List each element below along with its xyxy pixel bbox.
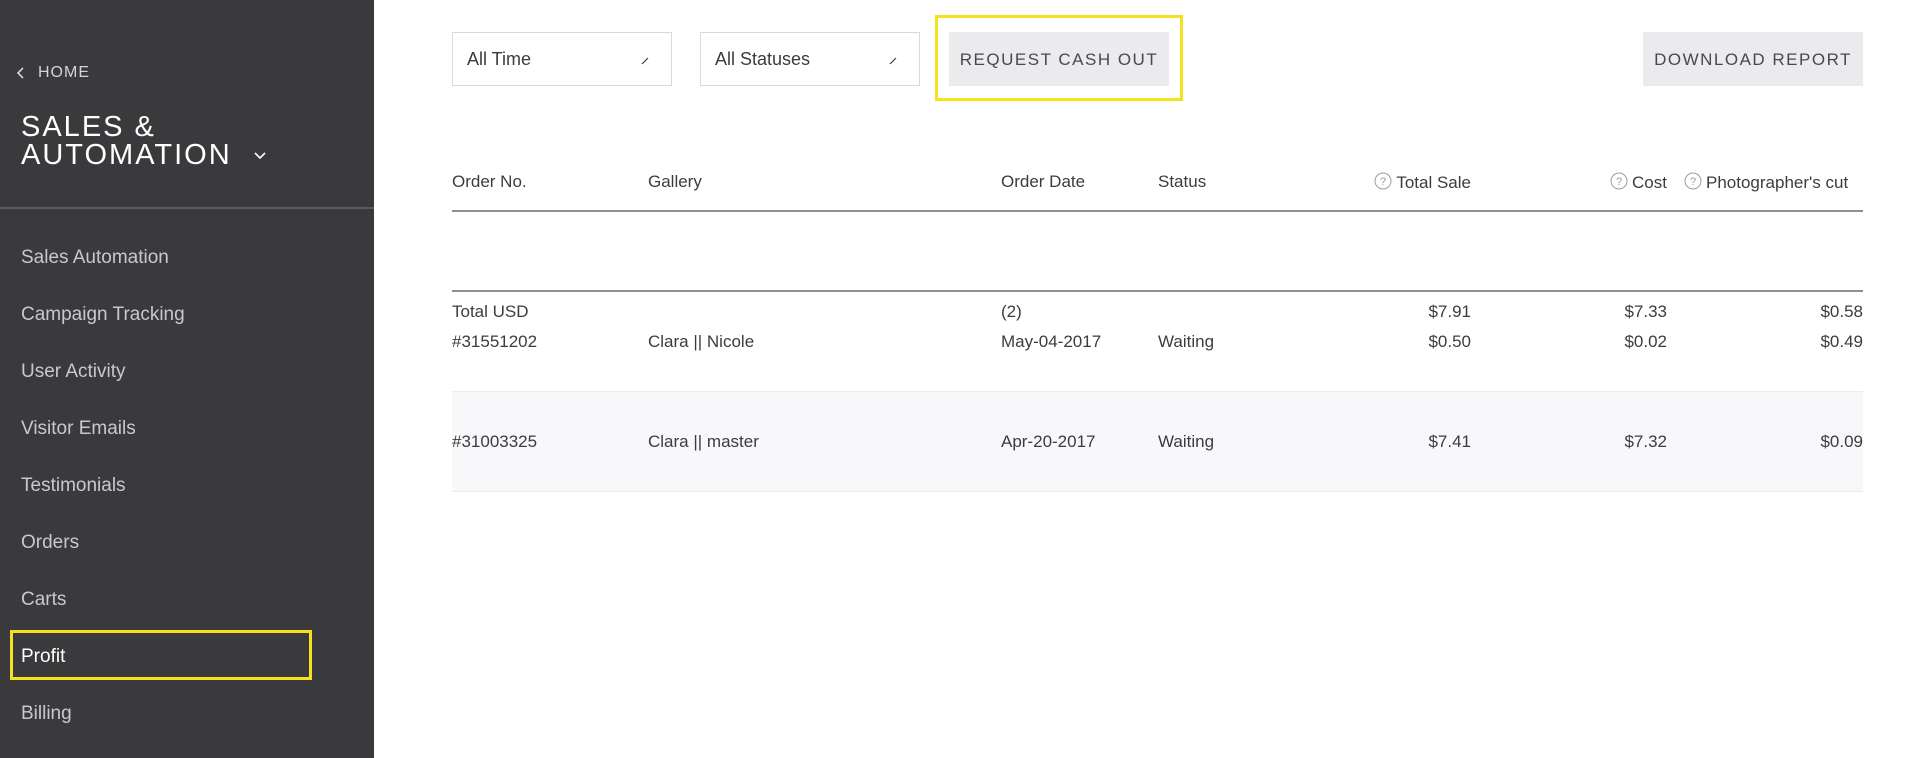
sidebar-item-billing[interactable]: Billing: [0, 692, 374, 749]
profit-table: Order No. Gallery Order Date Status ? Tot…: [452, 150, 1863, 492]
chevron-left-icon: [16, 67, 24, 79]
help-icon[interactable]: ?: [1684, 172, 1702, 190]
sidebar-item-carts[interactable]: Carts: [0, 578, 374, 635]
chevron-down-icon: [254, 152, 266, 160]
cell-cost: $0.02: [1624, 332, 1667, 351]
section-title[interactable]: SALES & AUTOMATION: [21, 111, 268, 171]
sidebar: HOME SALES & AUTOMATION Sales Automation…: [0, 0, 374, 758]
main-content: All Time All Statuses REQUEST CASH OUT D…: [374, 0, 1920, 758]
sidebar-nav: Sales Automation Campaign Tracking User …: [0, 236, 374, 749]
header-order-date[interactable]: Order Date: [1001, 172, 1085, 192]
dropdown-arrow-icon: [889, 57, 897, 65]
help-icon[interactable]: ?: [1374, 172, 1392, 190]
summary-row: Total USD (2) $7.91 $7.33 $0.58: [452, 212, 1863, 321]
header-status[interactable]: Status: [1158, 172, 1206, 192]
cell-total-sale: $7.41: [1428, 432, 1471, 451]
download-report-button[interactable]: DOWNLOAD REPORT: [1643, 32, 1863, 86]
svg-text:?: ?: [1690, 176, 1696, 188]
section-title-line2: AUTOMATION: [21, 139, 232, 171]
sidebar-item-orders[interactable]: Orders: [0, 521, 374, 578]
sidebar-item-sales-automation[interactable]: Sales Automation: [0, 236, 374, 293]
header-photographer-cut-label: Photographer's cut: [1706, 173, 1849, 192]
home-link[interactable]: HOME: [14, 64, 90, 82]
cell-order-date: Apr-20-2017: [1001, 432, 1096, 451]
header-total-sale-label: Total Sale: [1396, 173, 1471, 192]
cell-cost: $7.32: [1624, 432, 1667, 451]
cell-status: Waiting: [1158, 332, 1215, 351]
time-filter-select[interactable]: All Time: [452, 32, 672, 86]
svg-text:?: ?: [1616, 176, 1622, 188]
time-filter-value: All Time: [467, 49, 532, 69]
status-filter-value: All Statuses: [715, 49, 811, 69]
sidebar-item-profit[interactable]: Profit: [0, 630, 374, 692]
cell-total-sale: $0.50: [1428, 332, 1471, 351]
home-label: HOME: [38, 64, 90, 81]
table-row[interactable]: #31003325 Clara || master Apr-20-2017 Wa…: [452, 392, 1863, 492]
header-cost[interactable]: ? Cost: [1610, 172, 1667, 193]
sidebar-item-visitor-emails[interactable]: Visitor Emails: [0, 407, 374, 464]
cell-order-no: #31551202: [452, 332, 538, 351]
status-filter-select[interactable]: All Statuses: [700, 32, 920, 86]
sidebar-divider: [0, 207, 374, 209]
table-row[interactable]: #31551202 Clara || Nicole May-04-2017 Wa…: [452, 292, 1863, 392]
cell-gallery: Clara || Nicole: [648, 332, 755, 351]
request-cash-out-button[interactable]: REQUEST CASH OUT: [949, 32, 1169, 86]
section-title-line1: SALES &: [21, 111, 156, 143]
help-icon[interactable]: ?: [1610, 172, 1628, 190]
cell-photographer-cut: $0.49: [1820, 332, 1863, 351]
header-photographer-cut[interactable]: ? Photographer's cut: [1684, 172, 1848, 193]
sidebar-item-testimonials[interactable]: Testimonials: [0, 464, 374, 521]
app-root: HOME SALES & AUTOMATION Sales Automation…: [0, 0, 1920, 758]
header-gallery[interactable]: Gallery: [648, 172, 702, 192]
cell-gallery: Clara || master: [648, 432, 759, 451]
cell-order-date: May-04-2017: [1001, 332, 1102, 351]
sidebar-item-campaign-tracking[interactable]: Campaign Tracking: [0, 293, 374, 350]
cell-status: Waiting: [1158, 432, 1215, 451]
header-cost-label: Cost: [1632, 173, 1667, 192]
sidebar-item-user-activity[interactable]: User Activity: [0, 350, 374, 407]
dropdown-arrow-icon: [641, 57, 649, 65]
svg-text:?: ?: [1380, 176, 1386, 188]
cell-photographer-cut: $0.09: [1820, 432, 1863, 451]
cell-order-no: #31003325: [452, 432, 538, 451]
header-total-sale[interactable]: ? Total Sale: [1374, 172, 1471, 193]
table-header-row: Order No. Gallery Order Date Status ? Tot…: [452, 150, 1863, 212]
header-order-no[interactable]: Order No.: [452, 172, 527, 192]
